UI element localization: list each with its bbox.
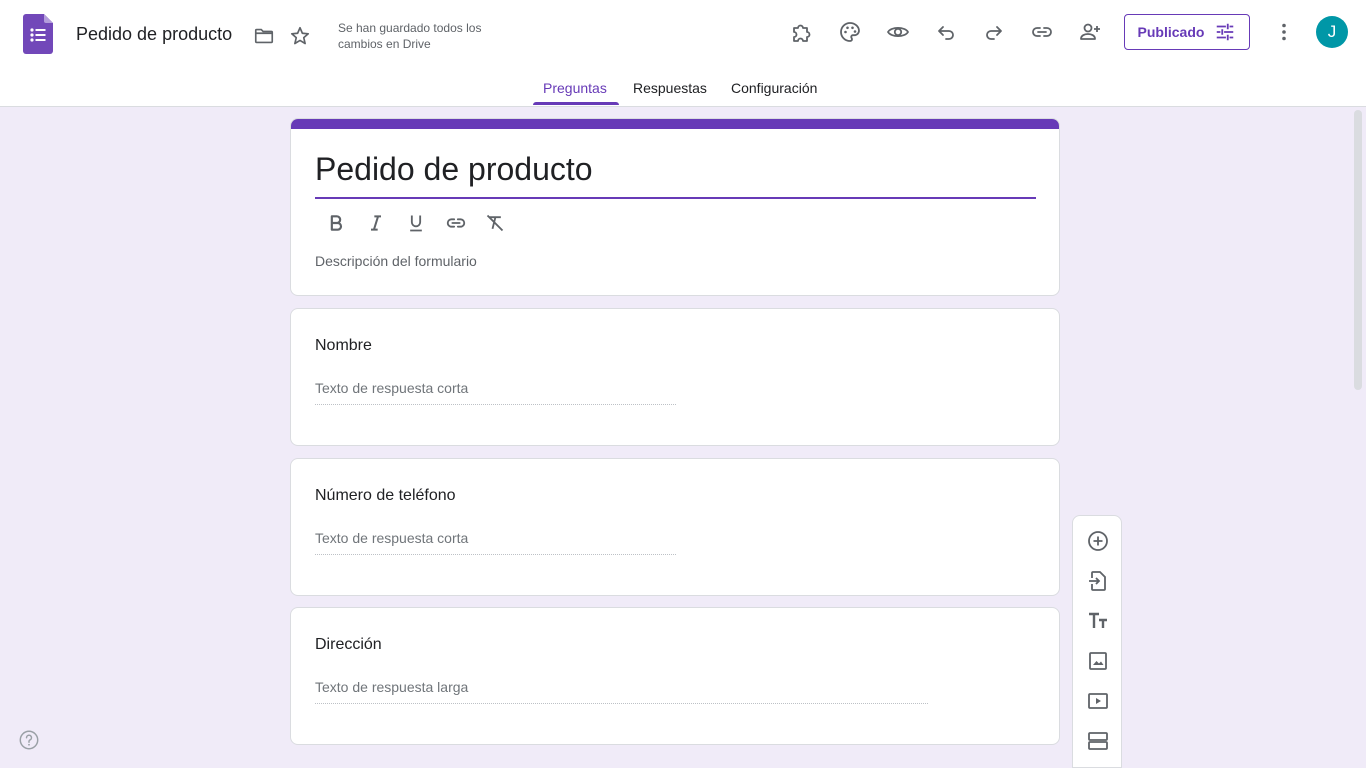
answer-placeholder: Texto de respuesta larga [315, 679, 469, 695]
floating-toolbar [1072, 515, 1122, 768]
add-question-icon[interactable] [1084, 527, 1112, 555]
save-status: Se han guardado todos los cambios en Dri… [338, 21, 482, 51]
title-underline [315, 197, 1036, 199]
form-description-input[interactable]: Descripción del formulario [315, 253, 477, 269]
form-title-card[interactable]: Pedido de producto Descripción del formu… [290, 118, 1060, 296]
answer-underline [315, 404, 676, 405]
answer-placeholder: Texto de respuesta corta [315, 530, 469, 546]
google-forms-logo-icon[interactable] [23, 14, 53, 54]
add-image-icon[interactable] [1084, 647, 1112, 675]
app-header: Pedido de producto Se han guardado todos… [0, 0, 1366, 107]
more-vert-icon[interactable] [1270, 18, 1298, 46]
question-card[interactable]: Dirección Texto de respuesta larga [290, 607, 1060, 745]
question-title[interactable]: Dirección [315, 636, 382, 654]
bold-icon[interactable] [322, 209, 350, 237]
clear-formatting-icon[interactable] [481, 209, 509, 237]
question-title[interactable]: Nombre [315, 337, 372, 355]
undo-icon[interactable] [932, 18, 960, 46]
publish-label: Publicado [1137, 24, 1205, 40]
redo-icon[interactable] [980, 18, 1008, 46]
scrollbar-thumb[interactable] [1354, 110, 1362, 390]
answer-underline [315, 703, 928, 704]
underline-icon[interactable] [402, 209, 430, 237]
link-icon[interactable] [1028, 18, 1056, 46]
active-tab-indicator [533, 102, 619, 105]
person-add-icon[interactable] [1076, 18, 1104, 46]
question-card[interactable]: Número de teléfono Texto de respuesta co… [290, 458, 1060, 596]
card-accent-bar [291, 119, 1059, 129]
add-title-description-icon[interactable] [1084, 607, 1112, 635]
avatar[interactable]: J [1316, 16, 1348, 48]
import-questions-icon[interactable] [1084, 567, 1112, 595]
tune-icon [1214, 21, 1236, 43]
answer-underline [315, 554, 676, 555]
question-title[interactable]: Número de teléfono [315, 487, 456, 505]
question-card[interactable]: Nombre Texto de respuesta corta [290, 308, 1060, 446]
link-icon[interactable] [442, 209, 470, 237]
document-title[interactable]: Pedido de producto [76, 24, 232, 45]
publish-button[interactable]: Publicado [1124, 14, 1250, 50]
add-video-icon[interactable] [1084, 687, 1112, 715]
tab-responses[interactable]: Respuestas [633, 80, 707, 106]
palette-icon[interactable] [836, 18, 864, 46]
puzzle-icon[interactable] [788, 18, 816, 46]
form-title[interactable]: Pedido de producto [315, 151, 593, 188]
tab-settings[interactable]: Configuración [731, 80, 817, 106]
italic-icon[interactable] [362, 209, 390, 237]
help-icon[interactable] [18, 729, 40, 751]
eye-icon[interactable] [884, 18, 912, 46]
answer-placeholder: Texto de respuesta corta [315, 380, 469, 396]
star-icon[interactable] [286, 22, 314, 50]
folder-icon[interactable] [250, 22, 278, 50]
add-section-icon[interactable] [1084, 727, 1112, 755]
